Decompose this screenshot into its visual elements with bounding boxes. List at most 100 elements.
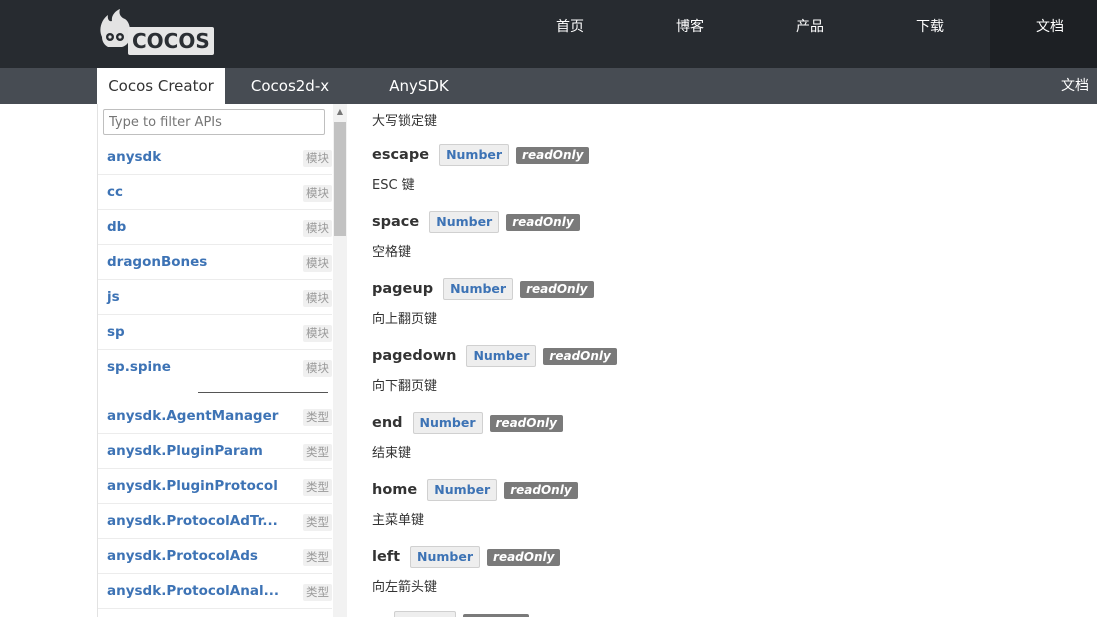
nav-download[interactable]: 下载 [870,0,990,68]
readonly-flag: readOnly [543,347,617,365]
list-item[interactable]: cc 模块 [98,175,332,210]
property-name: home [372,482,418,498]
property-description: 向下翻页键 [372,379,438,394]
sidebar-scrollbar[interactable]: ▲ [333,104,347,617]
type-tag[interactable]: Number [410,546,481,568]
top-header: COCOS 首页 博客 产品 下载 文档 [0,0,1097,68]
item-name: js [107,289,120,305]
property-description: ESC 键 [372,178,415,193]
readonly-flag: readOnly [489,414,563,432]
list-item[interactable]: sp.spine 模块 [98,350,332,385]
main-nav: 首页 博客 产品 下载 文档 [510,0,1097,68]
item-name: anysdk.PluginProtocol [107,478,278,494]
property-entry: space Number readOnly 空格键 [372,211,580,260]
property-name: pagedown [372,348,457,364]
property-entry: escape Number readOnly ESC 键 [372,144,590,193]
list-item[interactable]: anysdk.PluginParam 类型 [98,434,332,469]
type-tag[interactable]: Number [466,345,537,367]
property-entry: home Number readOnly 主菜单键 [372,479,578,528]
tab-cocos2d-x[interactable]: Cocos2d-x [240,68,340,104]
nav-home[interactable]: 首页 [510,0,630,68]
readonly-flag: readOnly [506,213,580,231]
docs-link[interactable]: 文档 [1061,68,1089,104]
item-name: dragonBones [107,254,208,270]
api-content: 大写锁定键 escape Number readOnly ESC 键 space… [372,104,1072,617]
readonly-flag: readOnly [487,548,561,566]
list-item[interactable]: sp 模块 [98,315,332,350]
group-divider [98,385,332,399]
scroll-up-arrow-icon[interactable]: ▲ [333,106,347,118]
type-tag[interactable]: Number [412,412,483,434]
item-name: anysdk [107,149,162,165]
property-name: left [372,549,401,565]
cocos-logo[interactable]: COCOS [96,7,214,55]
list-item[interactable]: anysdk.ProtocolAds 类型 [98,539,332,574]
type-tag[interactable]: Number [439,144,510,166]
property-description: 结束键 [372,446,412,461]
property-description: 空格键 [372,245,412,260]
item-name: sp [107,324,125,340]
item-name: anysdk.ProtocolAnal... [107,583,279,599]
module-badge: 模块 [303,185,332,202]
type-tag[interactable] [394,611,456,617]
item-name: cc [107,184,124,200]
type-tag[interactable]: Number [429,211,500,233]
nav-blog[interactable]: 博客 [630,0,750,68]
tab-anysdk[interactable]: AnySDK [380,68,458,104]
property-name: space [372,214,420,230]
property-name: escape [372,147,430,163]
readonly-flag: readOnly [516,146,590,164]
property-entry: left Number readOnly 向左箭头键 [372,546,561,595]
nav-docs[interactable]: 文档 [990,0,1097,68]
class-badge: 类型 [303,514,332,531]
list-item[interactable]: anysdk.PluginProtocol 类型 [98,469,332,504]
nav-products[interactable]: 产品 [750,0,870,68]
item-name: anysdk.ProtocolAdTr... [107,513,278,529]
item-name: anysdk.ProtocolAds [107,548,258,564]
class-badge: 类型 [303,549,332,566]
logo-text: COCOS [128,27,214,55]
readonly-flag: readOnly [520,280,594,298]
module-badge: 模块 [303,150,332,167]
list-item[interactable]: js 模块 [98,280,332,315]
item-name: sp.spine [107,359,171,375]
module-badge: 模块 [303,360,332,377]
module-badge: 模块 [303,290,332,307]
scrollbar-thumb[interactable] [334,122,346,236]
property-entry-partial [372,611,529,617]
property-name: pageup [372,281,434,297]
api-sidebar: anysdk 模块 cc 模块 db 模块 dragonBones 模块 js 模块 sp… [97,104,347,617]
api-list: anysdk 模块 cc 模块 db 模块 dragonBones 模块 js 模块 sp… [98,140,332,609]
list-item[interactable]: anysdk 模块 [98,140,332,175]
type-tag[interactable]: Number [443,278,514,300]
tab-cocos-creator[interactable]: Cocos Creator [97,68,225,104]
readonly-flag: readOnly [504,481,578,499]
module-badge: 模块 [303,325,332,342]
class-badge: 类型 [303,479,332,496]
property-description: 大写锁定键 [372,114,438,129]
product-tabs-bar: Cocos Creator Cocos2d-x AnySDK 文档 [0,68,1097,104]
class-badge: 类型 [303,584,332,601]
property-entry: end Number readOnly 结束键 [372,412,563,461]
property-description: 主菜单键 [372,513,425,528]
api-filter-input[interactable] [103,109,325,135]
property-description: 向上翻页键 [372,312,438,327]
readonly-flag [463,613,529,617]
list-item[interactable]: db 模块 [98,210,332,245]
item-name: anysdk.PluginParam [107,443,263,459]
property-entry: pagedown Number readOnly 向下翻页键 [372,345,617,394]
list-item[interactable]: anysdk.ProtocolAdTr... 类型 [98,504,332,539]
list-item[interactable]: anysdk.ProtocolAnal... 类型 [98,574,332,609]
item-name: db [107,219,127,235]
class-badge: 类型 [303,409,332,426]
item-name: anysdk.AgentManager [107,408,279,424]
property-entry: pageup Number readOnly 向上翻页键 [372,278,594,327]
class-badge: 类型 [303,444,332,461]
property-name: end [372,415,403,431]
type-tag[interactable]: Number [427,479,498,501]
module-badge: 模块 [303,255,332,272]
property-description: 向左箭头键 [372,580,438,595]
module-badge: 模块 [303,220,332,237]
list-item[interactable]: dragonBones 模块 [98,245,332,280]
list-item[interactable]: anysdk.AgentManager 类型 [98,399,332,434]
